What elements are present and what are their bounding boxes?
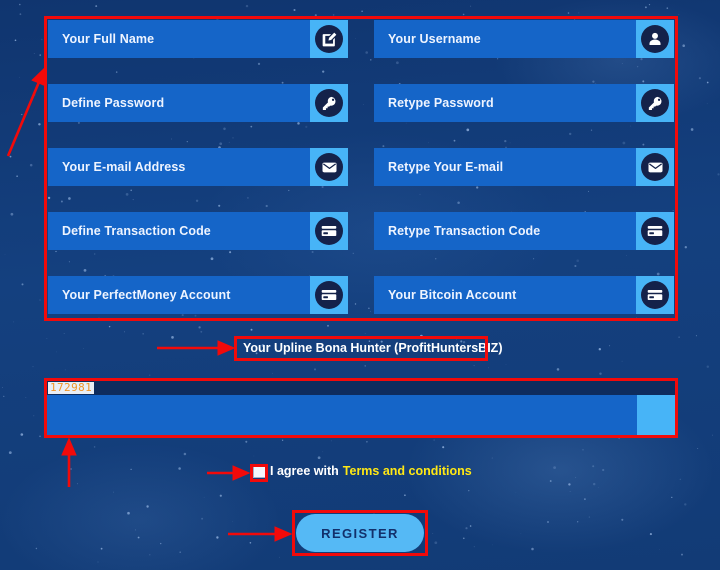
terms-agree-text: I agree with <box>270 464 339 478</box>
field-your-username[interactable]: Your Username <box>374 20 674 58</box>
field-icon-cell <box>636 148 674 186</box>
credit-card-icon <box>315 281 343 309</box>
field-label: Your E-mail Address <box>62 160 186 174</box>
credit-card-icon <box>641 281 669 309</box>
upline-label: Your Upline Bona Hunter (ProfitHuntersBI… <box>243 341 503 355</box>
terms-and-conditions-link[interactable]: Terms and conditions <box>343 464 472 478</box>
key-icon <box>641 89 669 117</box>
field-label: Define Password <box>62 96 165 110</box>
register-button[interactable]: REGISTER <box>296 514 424 552</box>
captcha-field[interactable]: 172981 <box>47 381 675 435</box>
envelope-icon <box>641 153 669 181</box>
field-define-transaction-code[interactable]: Define Transaction Code <box>48 212 348 250</box>
field-label: Retype Password <box>388 96 494 110</box>
field-label: Your Username <box>388 32 481 46</box>
field-define-password[interactable]: Define Password <box>48 84 348 122</box>
field-retype-transaction-code[interactable]: Retype Transaction Code <box>374 212 674 250</box>
field-icon-cell <box>310 84 348 122</box>
field-icon-cell <box>636 20 674 58</box>
registration-form: Your Full Name Your Username Define Passwo… <box>0 0 720 570</box>
key-icon <box>315 89 343 117</box>
envelope-icon <box>315 153 343 181</box>
field-icon-cell <box>636 84 674 122</box>
terms-row: I agree with Terms and conditions <box>253 464 472 478</box>
field-retype-password[interactable]: Retype Password <box>374 84 674 122</box>
field-label: Your Bitcoin Account <box>388 288 517 302</box>
captcha-code: 172981 <box>48 381 95 394</box>
field-retype-your-e-mail[interactable]: Retype Your E-mail <box>374 148 674 186</box>
field-icon-cell <box>310 20 348 58</box>
field-icon-cell <box>310 276 348 314</box>
credit-card-icon <box>641 217 669 245</box>
captcha-input[interactable] <box>47 395 675 435</box>
field-your-bitcoin-account[interactable]: Your Bitcoin Account <box>374 276 674 314</box>
field-your-full-name[interactable]: Your Full Name <box>48 20 348 58</box>
field-your-perfectmoney-account[interactable]: Your PerfectMoney Account <box>48 276 348 314</box>
field-label: Retype Transaction Code <box>388 224 541 238</box>
field-icon-cell <box>636 212 674 250</box>
captcha-accent-square <box>637 395 675 435</box>
captcha-code-strip: 172981 <box>47 381 675 395</box>
edit-square-icon <box>315 25 343 53</box>
field-label: Retype Your E-mail <box>388 160 504 174</box>
field-label: Define Transaction Code <box>62 224 211 238</box>
field-icon-cell <box>636 276 674 314</box>
terms-checkbox[interactable] <box>253 464 266 478</box>
field-your-e-mail-address[interactable]: Your E-mail Address <box>48 148 348 186</box>
user-icon <box>641 25 669 53</box>
field-icon-cell <box>310 148 348 186</box>
field-label: Your PerfectMoney Account <box>62 288 231 302</box>
field-icon-cell <box>310 212 348 250</box>
credit-card-icon <box>315 217 343 245</box>
field-label: Your Full Name <box>62 32 155 46</box>
